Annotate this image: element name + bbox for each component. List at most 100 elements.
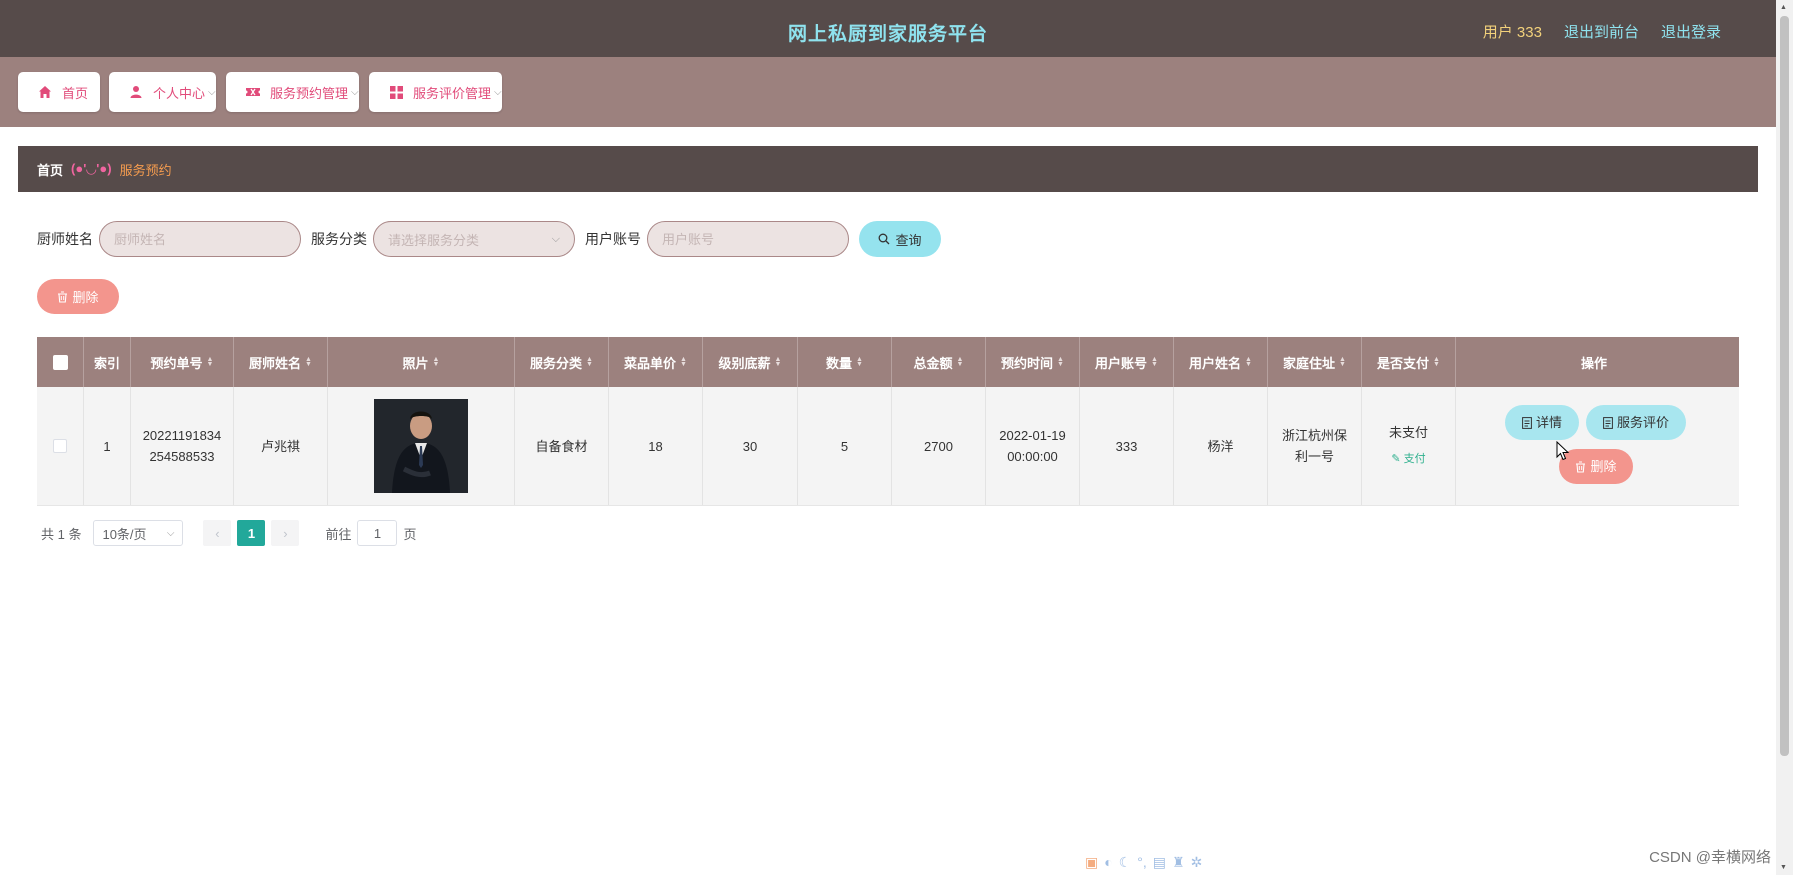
detail-button[interactable]: 详情 [1505, 405, 1579, 440]
sort-icon[interactable]: ▲ ▼ [856, 356, 863, 368]
chef-name-label: 厨师姓名 [37, 231, 93, 247]
sort-icon[interactable]: ▲ ▼ [680, 356, 687, 368]
nav-item-review-management[interactable]: 服务评价管理 ⌵ [369, 72, 502, 112]
chevron-left-icon: ‹ [215, 525, 220, 541]
sort-icon[interactable]: ▲ ▼ [433, 356, 440, 368]
pay-link-label: 支付 [1403, 453, 1426, 465]
chevron-down-icon: ⌵ [208, 86, 216, 98]
column-label: 预约时间 [1001, 355, 1054, 371]
chef-name-input[interactable] [99, 221, 301, 257]
review-button[interactable]: 服务评价 [1586, 405, 1686, 440]
account-input[interactable] [647, 221, 849, 257]
sort-icon[interactable]: ▲ ▼ [1151, 356, 1158, 368]
column-header[interactable]: 用户姓名 ▲ ▼ [1174, 337, 1268, 387]
cell-unit-price: 18 [609, 387, 703, 505]
sort-icon[interactable]: ▲ ▼ [1057, 356, 1064, 368]
document-icon [1603, 416, 1613, 429]
column-label: 数量 [826, 355, 853, 371]
total-count: 共 1 条 [41, 526, 82, 542]
chef-photo[interactable] [374, 399, 468, 493]
gear-icon: ✲ [1190, 854, 1203, 870]
column-header[interactable]: 服务分类 ▲ ▼ [515, 337, 609, 387]
cell-base-salary: 30 [703, 387, 798, 505]
chevron-down-icon: ⌵ [551, 232, 560, 245]
breadcrumb: 首页 (●'◡'●) 服务预约 [18, 146, 1758, 192]
exit-to-front-link[interactable]: 退出到前台 [1564, 21, 1639, 42]
column-header[interactable]: 用户账号 ▲ ▼ [1080, 337, 1174, 387]
category-select[interactable]: 请选择服务分类 ⌵ [373, 221, 575, 257]
column-header[interactable]: 是否支付 ▲ ▼ [1362, 337, 1456, 387]
cell-total: 2700 [892, 387, 986, 505]
goto-suffix: 页 [403, 526, 417, 542]
cell-quantity: 5 [798, 387, 892, 505]
sort-icon[interactable]: ▲ ▼ [586, 356, 593, 368]
nav-item-personal-center[interactable]: 个人中心 ⌵ [109, 72, 216, 112]
column-label: 照片 [402, 355, 429, 371]
sort-icon[interactable]: ▲ ▼ [1245, 356, 1252, 368]
page-scrollbar[interactable]: ▲ ▼ [1776, 0, 1793, 875]
cell-time: 2022-01-19 00:00:00 [986, 387, 1080, 505]
cell-category: 自备食材 [515, 387, 609, 505]
column-header[interactable]: 照片 ▲ ▼ [328, 337, 515, 387]
cell-user-name: 杨洋 [1174, 387, 1268, 505]
query-button-label: 查询 [895, 232, 922, 248]
chevron-right-icon: › [283, 525, 288, 541]
bulk-delete-label: 删除 [72, 290, 99, 305]
document-icon [1522, 416, 1532, 429]
column-header: 操作 [1456, 337, 1732, 387]
column-header[interactable]: 总金额 ▲ ▼ [892, 337, 986, 387]
pay-link[interactable]: ✎ 支付 [1391, 449, 1425, 470]
query-button[interactable]: 查询 [859, 221, 941, 257]
sort-icon[interactable]: ▲ ▼ [1339, 356, 1346, 368]
nav-item-label: 首页 [62, 85, 89, 101]
column-header[interactable]: 数量 ▲ ▼ [798, 337, 892, 387]
goto-page-input[interactable] [357, 520, 398, 546]
sort-icon[interactable]: ▲ ▼ [957, 356, 964, 368]
page-size-select[interactable]: 10条/页 ⌵ [93, 520, 184, 546]
column-header[interactable]: 预约单号 ▲ ▼ [131, 337, 234, 387]
column-label: 索引 [93, 355, 120, 371]
row-checkbox[interactable] [53, 439, 67, 453]
sort-icon[interactable]: ▲ ▼ [775, 356, 782, 368]
sort-icon[interactable]: ▲ ▼ [305, 356, 312, 368]
column-header[interactable]: 家庭住址 ▲ ▼ [1268, 337, 1362, 387]
breadcrumb-current: 服务预约 [119, 162, 172, 178]
logout-link[interactable]: 退出登录 [1661, 21, 1721, 42]
column-header[interactable]: 预约时间 ▲ ▼ [986, 337, 1080, 387]
nav-item-booking-management[interactable]: 服务预约管理 ⌵ [226, 72, 359, 112]
column-header[interactable]: 菜品单价 ▲ ▼ [609, 337, 703, 387]
scroll-up-icon[interactable]: ▲ [1780, 4, 1787, 11]
column-header[interactable]: 级别底薪 ▲ ▼ [703, 337, 798, 387]
column-label: 级别底薪 [718, 355, 771, 371]
scroll-thumb[interactable] [1780, 16, 1789, 756]
page-number-current[interactable]: 1 [237, 520, 266, 546]
column-label: 家庭住址 [1283, 355, 1336, 371]
punctuation-icon: °, [1137, 854, 1147, 870]
chevron-down-icon: ⌵ [166, 527, 175, 539]
select-all-cell [37, 337, 84, 387]
account-label: 用户账号 [585, 231, 641, 247]
column-label: 用户姓名 [1189, 355, 1242, 371]
nav-item-home[interactable]: 首页 [18, 72, 100, 112]
breadcrumb-separator: (●'◡'●) [71, 161, 112, 176]
row-delete-button[interactable]: 删除 [1559, 449, 1633, 484]
top-links: 用户 333 退出到前台 退出登录 [1483, 21, 1721, 42]
select-all-checkbox[interactable] [52, 354, 68, 370]
sort-icon[interactable]: ▲ ▼ [207, 356, 214, 368]
column-header[interactable]: 厨师姓名 ▲ ▼ [234, 337, 328, 387]
sort-icon[interactable]: ▲ ▼ [1433, 356, 1440, 368]
bulk-delete-button[interactable]: 删除 [37, 279, 119, 314]
page-size-value: 10条/页 [102, 526, 147, 542]
breadcrumb-home[interactable]: 首页 [37, 160, 63, 179]
cell-chef-name: 卢兆祺 [234, 387, 328, 505]
cell-account: 333 [1080, 387, 1174, 505]
ime-logo-icon: ▣ [1085, 854, 1099, 870]
nav-item-label: 服务评价管理 [413, 85, 492, 101]
prev-page-button[interactable]: ‹ [203, 520, 232, 546]
grid-icon [387, 83, 405, 101]
scroll-down-icon[interactable]: ▼ [1780, 864, 1787, 871]
next-page-button[interactable]: › [271, 520, 300, 546]
category-label: 服务分类 [311, 231, 367, 247]
ticket-icon [244, 83, 262, 101]
chevron-down-icon: ⌵ [351, 86, 359, 98]
